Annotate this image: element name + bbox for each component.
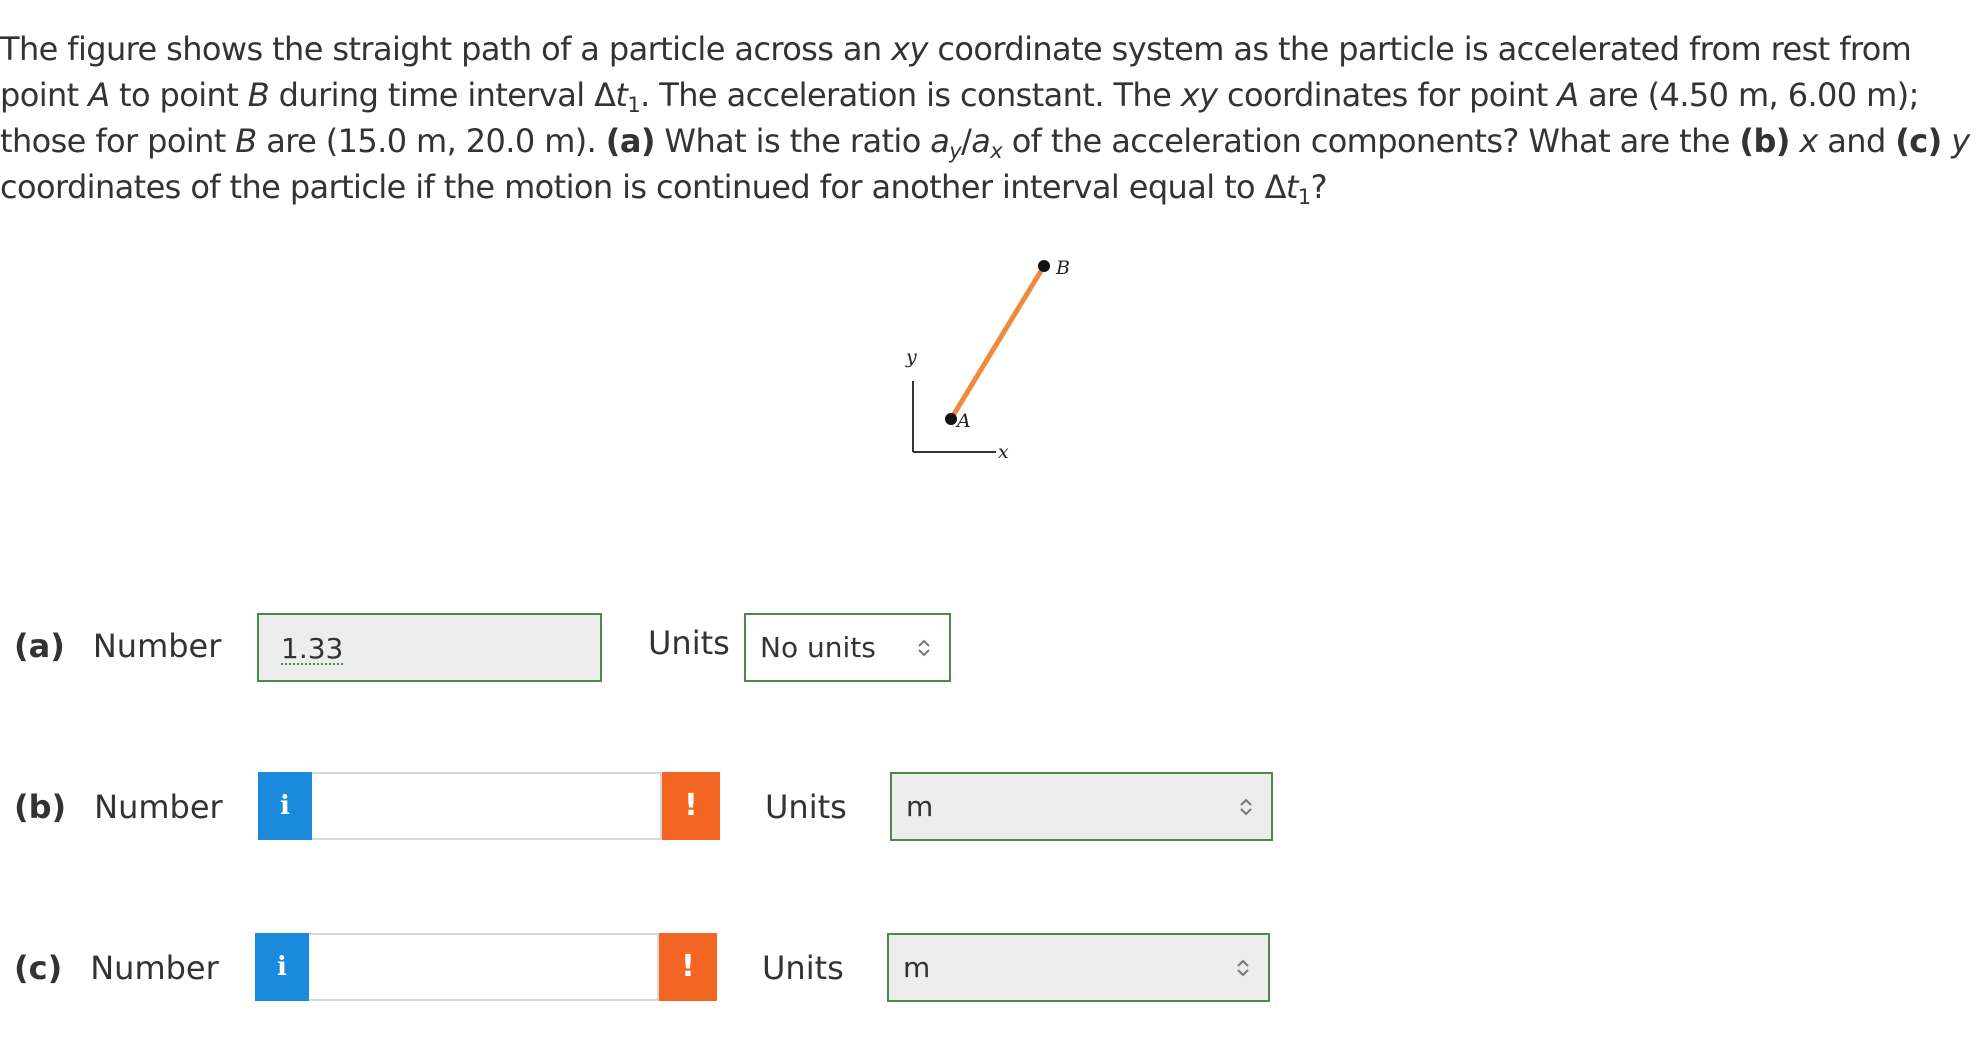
- path-diagram: B A y x: [905, 257, 1070, 463]
- path-figure: B A y x: [890, 245, 1090, 475]
- part-a-answer-box[interactable]: 1.33: [257, 613, 602, 682]
- particle-path: [948, 263, 1047, 422]
- part-b-number-input[interactable]: [312, 772, 662, 840]
- part-a-units-select[interactable]: No units: [744, 613, 951, 682]
- part-b-units-select[interactable]: m: [890, 772, 1273, 841]
- part-b-info-icon[interactable]: i: [258, 772, 312, 840]
- point-b-label: B: [1055, 257, 1070, 279]
- part-c-number-input[interactable]: [309, 933, 659, 1001]
- part-b-warning-icon: !: [662, 772, 720, 840]
- chevron-updown-icon: [1237, 959, 1249, 976]
- part-c-info-icon[interactable]: i: [255, 933, 309, 1001]
- point-a-label: A: [955, 410, 971, 432]
- part-c-warning-icon: !: [659, 933, 717, 1001]
- part-b-units-label: Units: [765, 788, 847, 826]
- part-b-label: (b) Number: [14, 788, 223, 826]
- chevron-updown-icon: [918, 639, 930, 656]
- y-axis-label: y: [905, 346, 917, 368]
- part-c-units-label: Units: [762, 949, 844, 987]
- x-axis-label: x: [998, 441, 1009, 463]
- question-text: The figure shows the straight path of a …: [0, 30, 1970, 209]
- part-a-label: (a) Number: [14, 627, 222, 665]
- part-a-answer-value: 1.33: [281, 632, 344, 665]
- part-c-label: (c) Number: [14, 949, 219, 987]
- point-b-marker: [1038, 260, 1050, 272]
- point-a-marker: [945, 413, 957, 425]
- part-c-units-select[interactable]: m: [887, 933, 1270, 1002]
- part-a-units-label: Units: [648, 624, 730, 662]
- chevron-updown-icon: [1240, 798, 1252, 815]
